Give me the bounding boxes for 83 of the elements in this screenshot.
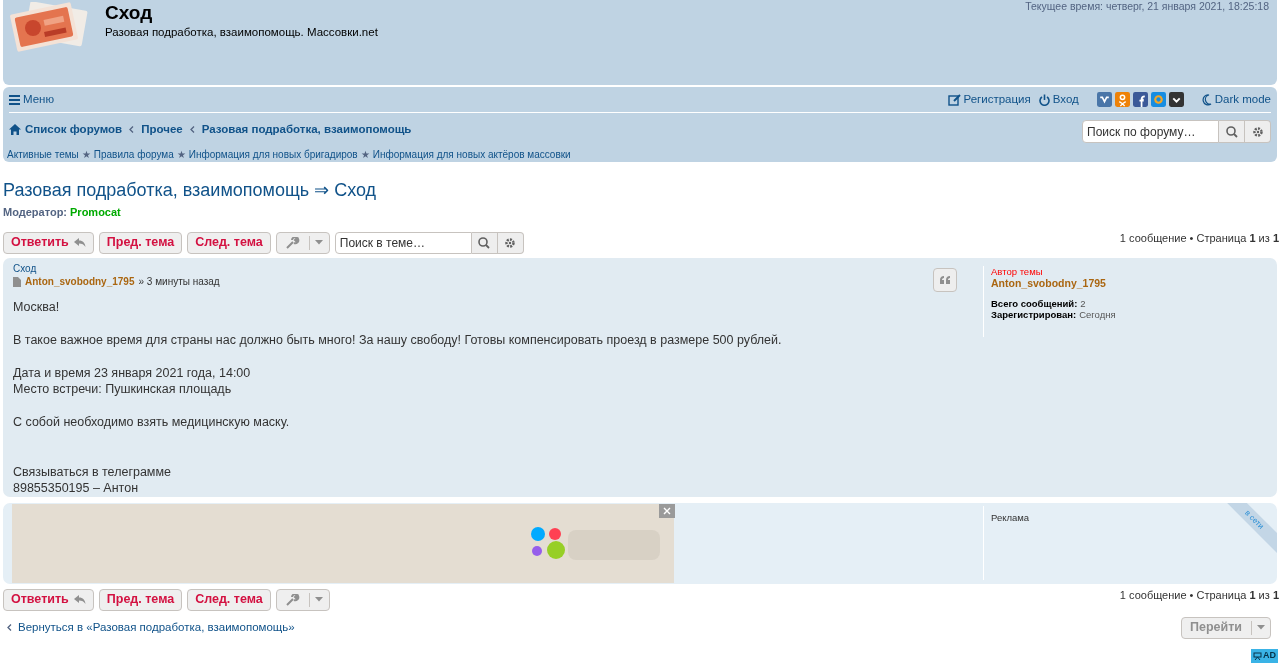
star-icon: ★ [176,146,186,162]
reply-button[interactable]: Ответить [3,231,94,254]
caret-icon [1257,625,1265,630]
close-button[interactable] [659,503,675,518]
quote-icon [939,275,951,284]
breadcrumb-link[interactable]: Прочее [141,120,183,139]
document-icon [13,276,21,287]
back-link[interactable]: Вернуться в «Разовая подработка, взаимопомощь» [7,618,295,637]
role-label: Автор темы [991,265,1043,277]
previous-topic-button[interactable]: Пред. тема [98,231,183,254]
search-field[interactable]: Поиск по форуму… [1082,120,1219,143]
breadcrumb-link[interactable]: Разовая подработка, взаимопомощь [201,120,412,139]
post-text: Москва! [13,298,60,315]
share-icon[interactable] [1168,92,1184,107]
close-icon [663,506,671,515]
settings-icon [1251,125,1264,138]
easel-icon [1253,652,1262,660]
badge-text: AD [1263,649,1276,663]
tools-button[interactable] [275,231,330,254]
power-icon [1038,93,1050,106]
next-topic-button[interactable]: След. тема [187,588,271,611]
post-text: Место встречи: Пушкинская площадь [13,381,232,398]
caret-icon [314,597,323,602]
breadcrumb-link[interactable]: Список форумов [9,120,123,139]
wrench-icon [285,236,300,249]
ad-label: Реклама [991,510,1030,525]
next-topic-button[interactable]: След. тема [187,231,271,254]
moderator-label: Модератор: [3,205,68,220]
dark-mode-link[interactable]: Dark mode [1201,90,1271,109]
share-icon[interactable] [1132,92,1148,107]
moderator-link[interactable]: Promocat [70,204,121,221]
author-link[interactable]: Anton_svobodny_1795 [25,275,135,288]
reply-icon [73,594,86,605]
pagination-text: 1 сообщение • Страница 1 из 1 [1119,587,1279,603]
menu-link[interactable]: Меню [9,90,55,109]
current-time: Текущее время: четверг, 21 января 2021, 18:25:18 [1025,0,1269,12]
pagination-text: 1 сообщение • Страница 1 из 1 [1119,230,1279,246]
stat-value: Сегодня [1079,308,1116,320]
quick-link[interactable]: Информация для новых бригадиров [188,146,358,162]
moon-icon [1201,93,1212,106]
menu-icon [9,94,20,105]
edit-icon [947,93,961,106]
post-text: С собой необходимо взять медицинскую маску. [13,414,290,431]
chevron-icon [7,624,12,631]
settings-icon [504,236,517,249]
reply-icon [73,237,86,248]
post-time: » 3 минуты назад [138,275,220,288]
search-button[interactable] [471,231,498,254]
login-link[interactable]: Вход [1038,90,1079,109]
post-title-link[interactable]: Сход [13,262,37,275]
stat-label: Всего сообщений: [991,297,1078,309]
previous-topic-button[interactable]: Пред. тема [98,588,183,611]
jump-button[interactable]: Перейти [1181,616,1271,639]
search-button[interactable] [1219,120,1245,143]
settings-button[interactable] [1245,120,1271,143]
post-text: В такое важное время для страны нас должно быть много! За нашу свободу! Готовы компенсировать проезд в размере 500 рублей. [13,331,782,348]
caret-icon [314,240,323,245]
search-icon [1225,125,1238,138]
settings-button[interactable] [497,231,524,254]
star-icon: ★ [360,146,370,162]
author-name[interactable]: Anton_svobodny_1795 [991,276,1106,289]
quick-link[interactable]: Активные темы [7,146,79,162]
register-link[interactable]: Регистрация [947,90,1031,109]
tools-button[interactable] [275,588,330,611]
topic-title: Разовая подработка, взаимопомощь ⇒ Сход [3,179,378,202]
stat-label: Зарегистрирован: [991,308,1077,320]
search-icon [478,236,491,249]
post-text: 89855350195 – Антон [13,480,139,497]
chevron-icon [129,126,135,133]
chevron-icon [189,126,195,133]
site-title: Сход [105,3,154,23]
home-icon [9,124,21,135]
star-icon: ★ [81,146,91,162]
post-text: Связываться в телеграмме [13,463,171,480]
site-description: Разовая подработка, взаимопомощь. Массовки.net [105,25,378,40]
stat-value: 2 [1080,297,1086,309]
search-field[interactable]: Поиск в теме… [334,231,472,254]
reply-button[interactable]: Ответить [3,588,94,611]
quick-link[interactable]: Информация для новых актёров массовки [372,146,571,162]
quick-link[interactable]: Правила форума [93,146,174,162]
post-text: Дата и время 23 января 2021 года, 14:00 [13,364,251,381]
quote-button[interactable] [933,267,957,292]
wrench-icon [285,593,300,606]
